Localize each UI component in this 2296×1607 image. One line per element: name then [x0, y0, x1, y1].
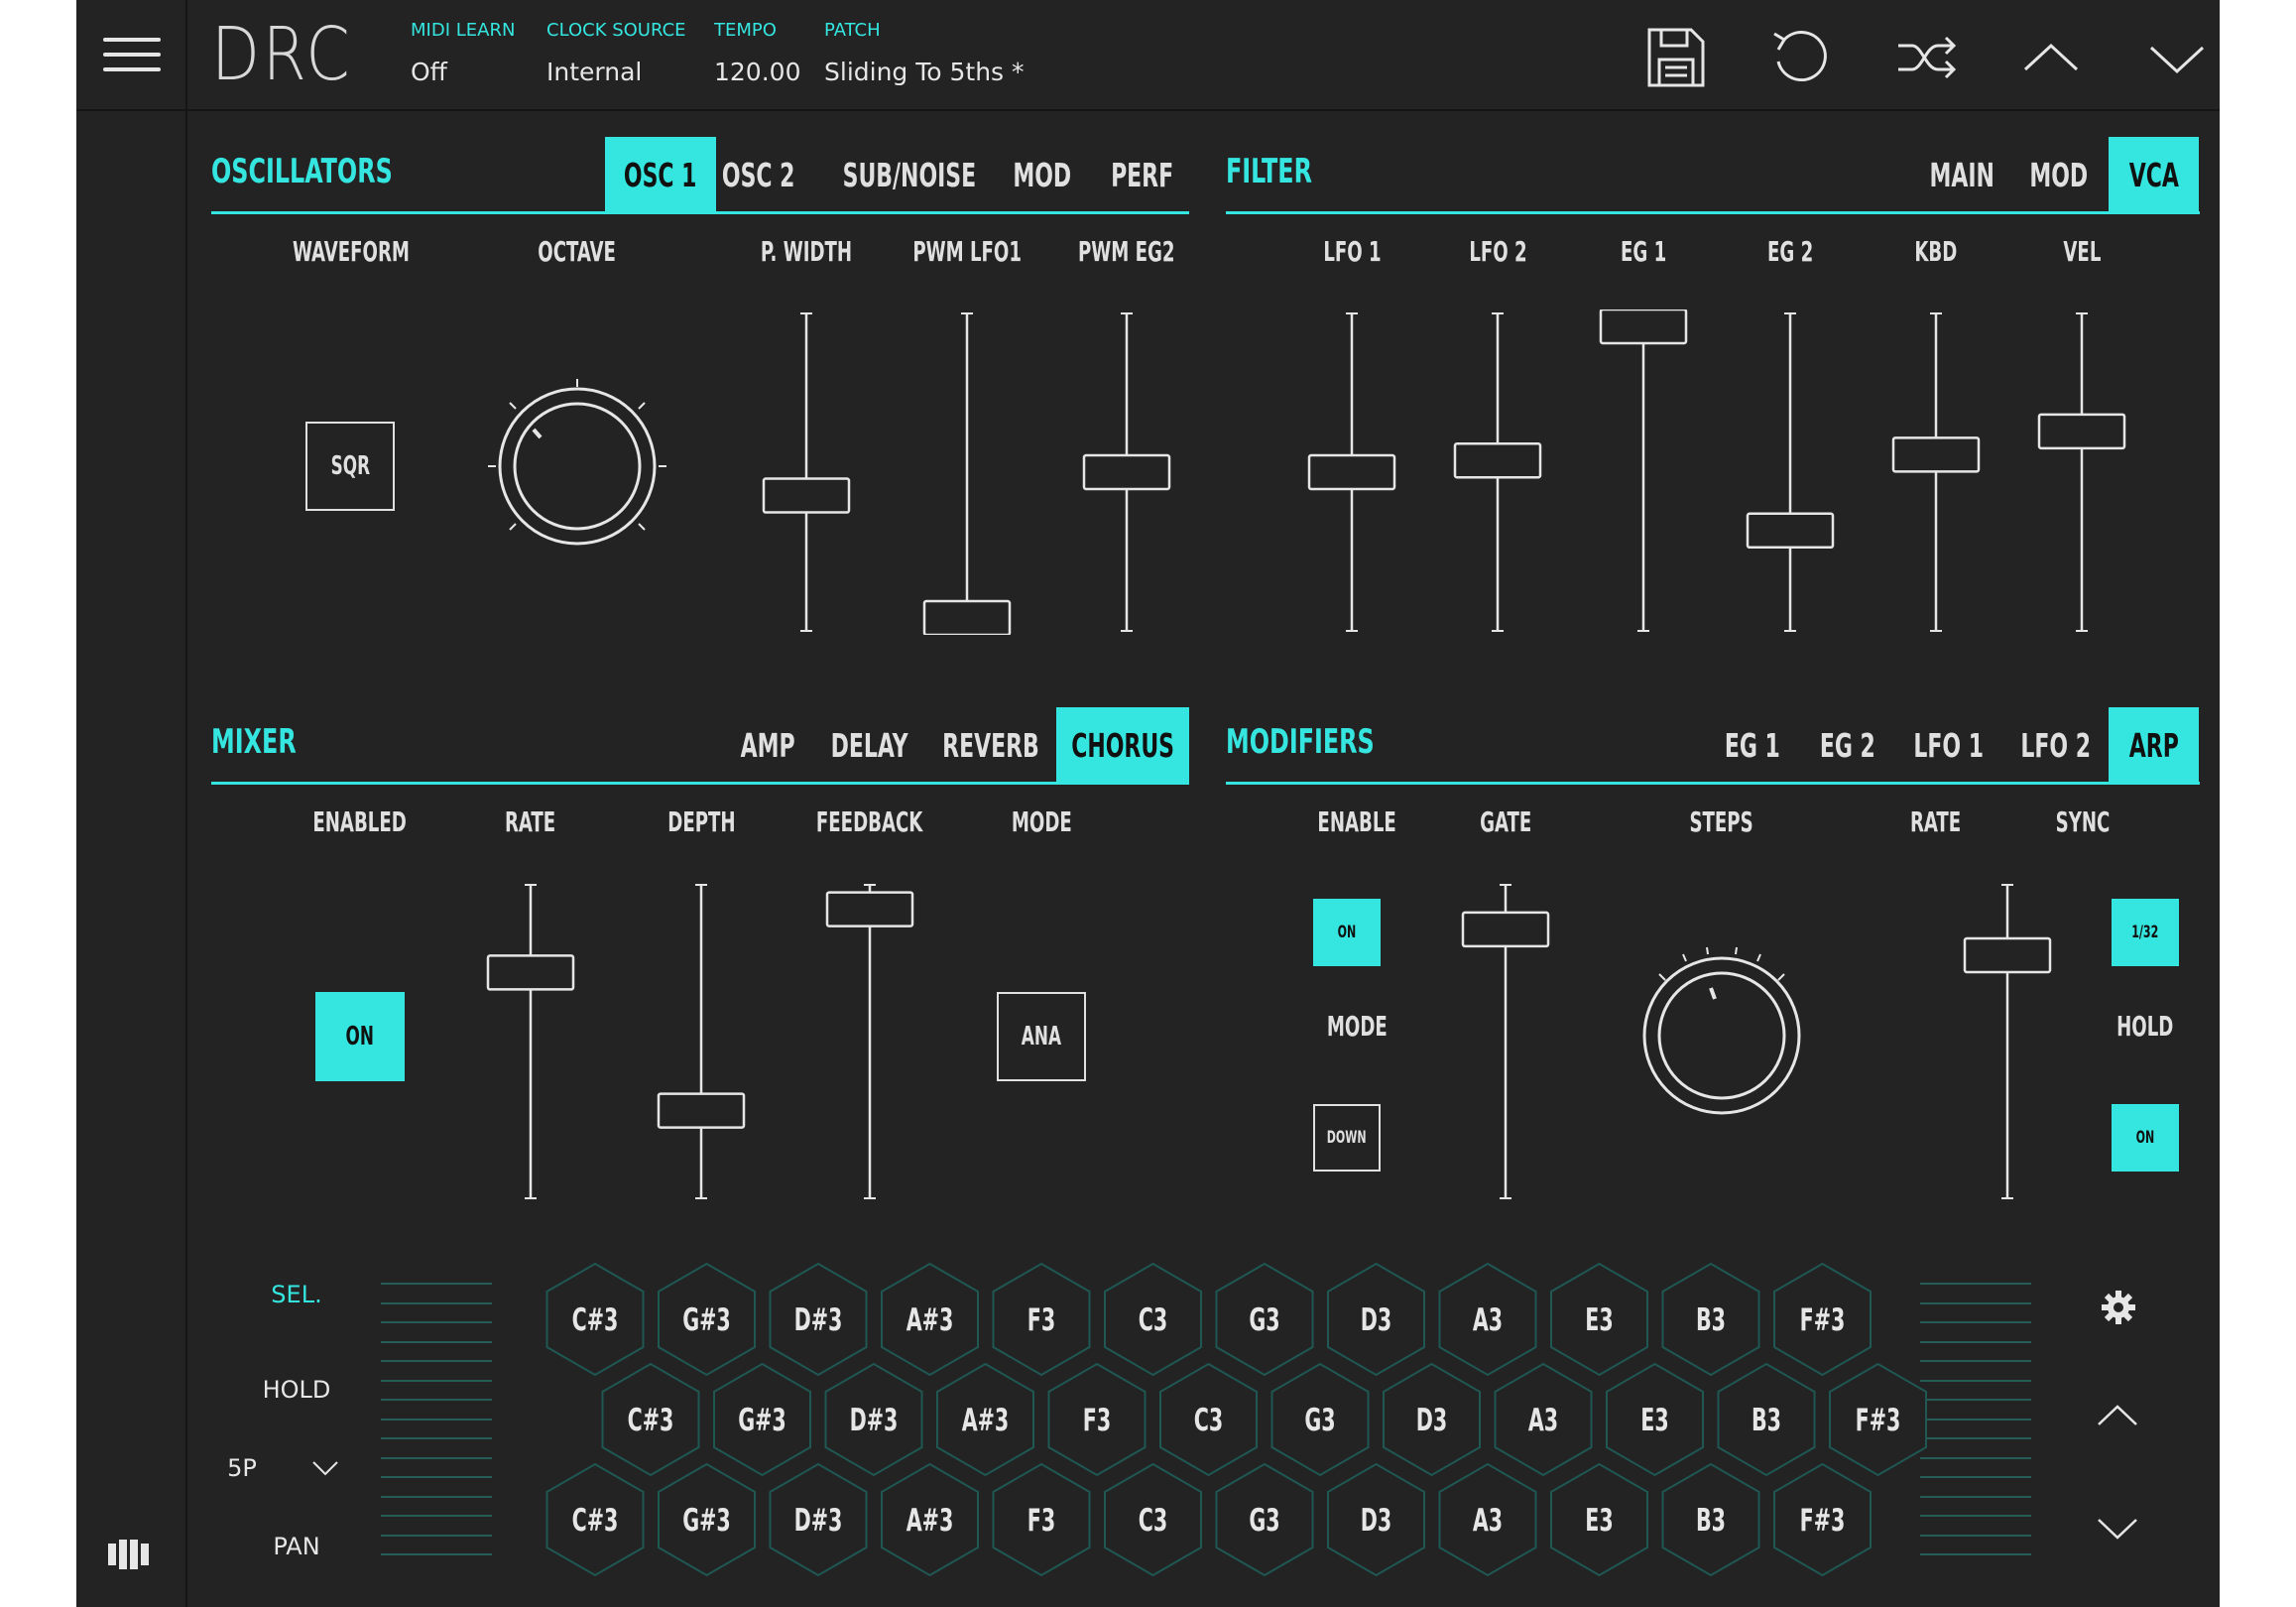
- hex-key[interactable]: A3: [1438, 1262, 1537, 1377]
- hex-key-label: A3: [1473, 1303, 1503, 1338]
- hex-key-label: F#3: [1800, 1303, 1846, 1338]
- hex-key-label: F3: [1027, 1504, 1055, 1539]
- hex-key-label: D#3: [850, 1404, 899, 1438]
- hex-key[interactable]: G#3: [658, 1462, 756, 1577]
- hex-key[interactable]: D#3: [824, 1362, 923, 1477]
- hex-key-label: C#3: [572, 1303, 619, 1338]
- chevron-down-icon[interactable]: [2095, 1514, 2140, 1544]
- hex-key-label: E3: [1585, 1504, 1613, 1539]
- hex-key-label: F3: [1083, 1404, 1111, 1438]
- hex-key[interactable]: C#3: [545, 1462, 645, 1577]
- hex-key[interactable]: F#3: [1829, 1362, 1927, 1477]
- hex-key[interactable]: F3: [992, 1262, 1091, 1377]
- hex-key-label: A#3: [906, 1504, 954, 1539]
- hex-key[interactable]: B3: [1661, 1262, 1760, 1377]
- hex-key-label: A#3: [962, 1404, 1010, 1438]
- hex-key[interactable]: F3: [992, 1462, 1091, 1577]
- hex-key[interactable]: F#3: [1773, 1262, 1872, 1377]
- hex-key-label: E3: [1640, 1404, 1668, 1438]
- hex-key[interactable]: A3: [1494, 1362, 1593, 1477]
- hex-key[interactable]: E3: [1550, 1462, 1648, 1577]
- hex-key-label: A3: [1528, 1404, 1558, 1438]
- hex-key[interactable]: G#3: [713, 1362, 811, 1477]
- hex-key[interactable]: E3: [1606, 1362, 1704, 1477]
- hex-key-label: D#3: [794, 1504, 843, 1539]
- hex-key[interactable]: C3: [1159, 1362, 1258, 1477]
- hex-key-label: F#3: [1800, 1504, 1846, 1539]
- hex-key[interactable]: D3: [1383, 1362, 1481, 1477]
- hex-key-label: B3: [1696, 1303, 1726, 1338]
- hex-key-label: E3: [1585, 1303, 1613, 1338]
- hex-key-label: D3: [1361, 1303, 1391, 1338]
- hex-key-label: C#3: [572, 1504, 619, 1539]
- hex-key-label: B3: [1696, 1504, 1726, 1539]
- hex-key[interactable]: C3: [1104, 1262, 1202, 1377]
- hex-key-label: F#3: [1856, 1404, 1901, 1438]
- hex-key[interactable]: G#3: [658, 1262, 756, 1377]
- hex-key[interactable]: C3: [1104, 1462, 1202, 1577]
- hex-key-label: B3: [1752, 1404, 1781, 1438]
- chevron-up-icon[interactable]: [2095, 1401, 2140, 1430]
- hex-key-label: C3: [1139, 1303, 1167, 1338]
- hex-key-label: G3: [1249, 1303, 1279, 1338]
- hex-key-label: A3: [1473, 1504, 1503, 1539]
- hex-key-label: G#3: [682, 1303, 731, 1338]
- hex-key[interactable]: C#3: [601, 1362, 700, 1477]
- app-window: DRC MIDI LEARN Off CLOCK SOURCE Internal…: [76, 0, 2220, 1607]
- hex-key[interactable]: A#3: [881, 1462, 979, 1577]
- hex-key[interactable]: A3: [1438, 1462, 1537, 1577]
- hex-key-label: A#3: [906, 1303, 954, 1338]
- hex-key[interactable]: B3: [1717, 1362, 1816, 1477]
- hex-key[interactable]: G3: [1270, 1362, 1370, 1477]
- hex-key-label: C3: [1194, 1404, 1223, 1438]
- hex-key-label: C3: [1139, 1504, 1167, 1539]
- hex-key-label: D3: [1361, 1504, 1391, 1539]
- hex-key-label: G#3: [738, 1404, 786, 1438]
- hex-key[interactable]: D3: [1327, 1262, 1425, 1377]
- hex-key[interactable]: F#3: [1773, 1462, 1872, 1577]
- hex-key[interactable]: G3: [1215, 1262, 1314, 1377]
- hex-key[interactable]: D#3: [769, 1262, 868, 1377]
- hex-key-label: D#3: [794, 1303, 843, 1338]
- hex-key-label: G3: [1249, 1504, 1279, 1539]
- hex-key[interactable]: E3: [1550, 1262, 1648, 1377]
- hex-key[interactable]: B3: [1661, 1462, 1760, 1577]
- hex-key[interactable]: A#3: [936, 1362, 1034, 1477]
- hex-key[interactable]: C#3: [545, 1262, 645, 1377]
- hex-key[interactable]: D#3: [769, 1462, 868, 1577]
- hex-key-label: F3: [1027, 1303, 1055, 1338]
- hex-key[interactable]: A#3: [881, 1262, 979, 1377]
- gear-icon[interactable]: [2100, 1289, 2137, 1326]
- hex-key[interactable]: D3: [1327, 1462, 1425, 1577]
- hex-keyboard: C#3 G#3 D#3 A#3 F3 C3 G3 D3 A3 E3 B3 F#3 C#3 G#3 D#3 A#…: [545, 1262, 1927, 1577]
- hex-key[interactable]: G3: [1215, 1462, 1314, 1577]
- hex-key-label: G3: [1304, 1404, 1335, 1438]
- hex-key-label: D3: [1416, 1404, 1447, 1438]
- hex-key-label: G#3: [682, 1504, 731, 1539]
- hex-key[interactable]: F3: [1047, 1362, 1147, 1477]
- hex-key-label: C#3: [628, 1404, 674, 1438]
